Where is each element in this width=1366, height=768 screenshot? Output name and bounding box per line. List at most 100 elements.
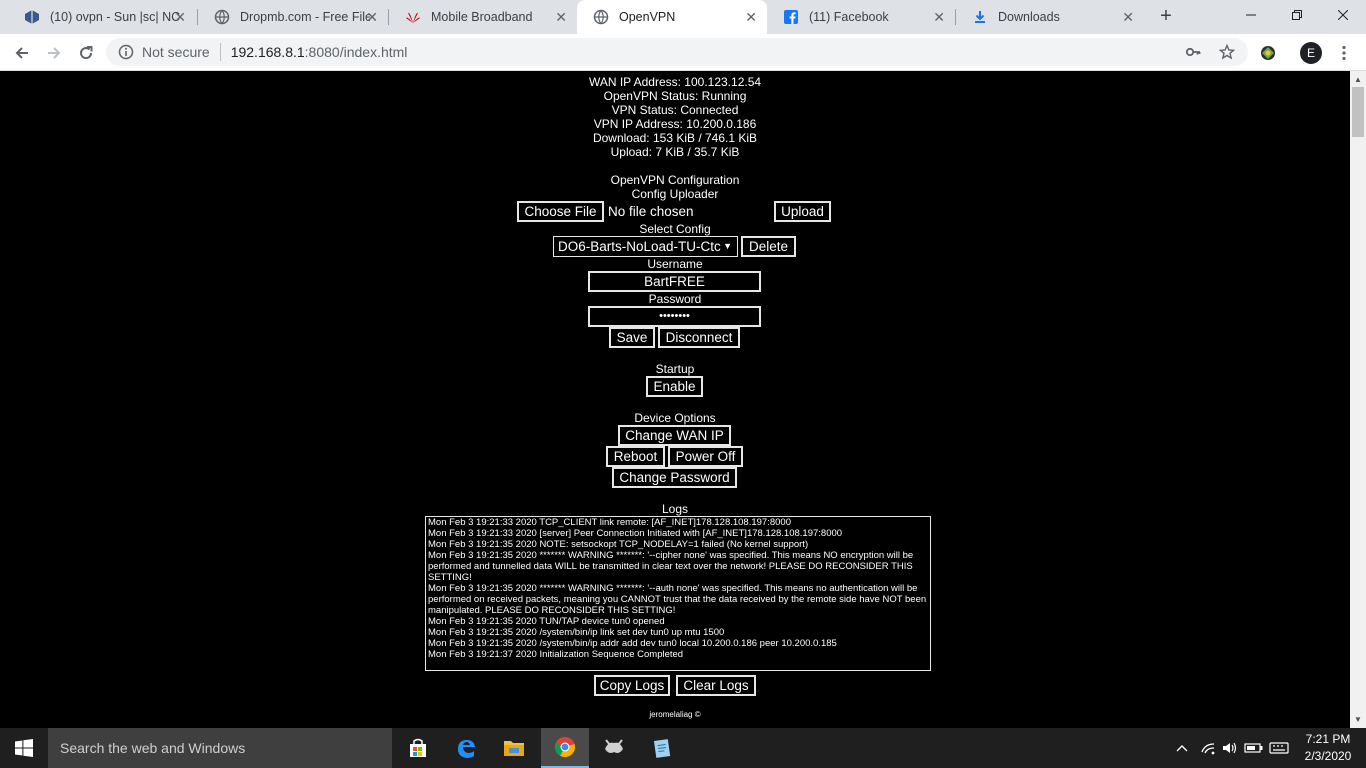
change-wan-ip-button[interactable]: Change WAN IP — [618, 425, 731, 446]
clock-date: 2/3/2020 — [1304, 749, 1352, 763]
tab-title: (11) Facebook — [809, 10, 889, 24]
tab-title: (10) ovpn - Sun |sc| NC — [50, 10, 180, 24]
close-icon[interactable]: ✕ — [933, 9, 945, 25]
download-icon — [972, 9, 988, 25]
globe-icon — [214, 9, 230, 25]
log-line: Mon Feb 3 19:21:33 2020 [server] Peer Co… — [428, 528, 843, 539]
close-icon[interactable]: ✕ — [745, 9, 757, 25]
url-host: 192.168.8.1 — [230, 44, 305, 60]
password-label: Password — [648, 292, 702, 306]
clear-logs-button[interactable]: Clear Logs — [676, 675, 756, 696]
edge-icon[interactable] — [442, 728, 490, 768]
info-icon[interactable] — [118, 44, 134, 63]
address-bar[interactable]: Not secure 192.168.8.1:8080/index.html — [106, 38, 1248, 66]
browser-toolbar: Not secure 192.168.8.1:8080/index.html E — [0, 34, 1366, 71]
chevron-up-icon[interactable] — [1172, 728, 1192, 768]
wan-ip-status: WAN IP Address: 100.123.12.54 — [588, 75, 762, 89]
star-icon[interactable] — [1218, 43, 1236, 61]
log-line: Mon Feb 3 19:21:37 2020 Initialization S… — [428, 649, 684, 660]
file-explorer-icon[interactable] — [490, 728, 538, 768]
tab-title: Downloads — [998, 10, 1060, 24]
delete-button[interactable]: Delete — [741, 236, 796, 257]
config-heading: OpenVPN Configuration — [610, 173, 740, 187]
security-label: Not secure — [142, 44, 210, 60]
scroll-up-icon[interactable]: ▲ — [1354, 75, 1362, 84]
tab-openvpn[interactable]: OpenVPN ✕ — [577, 0, 767, 34]
chrome-icon[interactable] — [541, 728, 589, 768]
tab-facebook[interactable]: (11) Facebook ✕ — [767, 0, 955, 34]
reboot-button[interactable]: Reboot — [606, 446, 665, 467]
clock-time: 7:21 PM — [1305, 732, 1351, 746]
tab-title: OpenVPN — [619, 10, 676, 24]
tab-title: Mobile Broadband — [431, 10, 533, 24]
log-line: Mon Feb 3 19:21:35 2020 ******* WARNING … — [428, 583, 927, 616]
logs-label: Logs — [661, 502, 689, 516]
file-status-text: No file chosen — [608, 204, 694, 219]
startup-label: Startup — [655, 362, 695, 376]
network-app-icon[interactable] — [590, 728, 638, 768]
scroll-thumb[interactable] — [1352, 87, 1364, 137]
taskbar-search-input[interactable]: Search the web and Windows — [48, 728, 392, 768]
tab-dropmb[interactable]: Dropmb.com - Free File ✕ — [198, 0, 388, 34]
taskbar-clock[interactable]: 7:21 PM 2/3/2020 — [1296, 731, 1360, 765]
scroll-down-icon[interactable]: ▼ — [1354, 715, 1362, 724]
close-window-icon[interactable] — [1320, 0, 1366, 30]
store-icon[interactable] — [394, 728, 442, 768]
restore-icon[interactable] — [1274, 0, 1320, 30]
log-line: Mon Feb 3 19:21:33 2020 TCP_CLIENT link … — [428, 517, 791, 528]
url-divider — [219, 43, 221, 61]
close-icon[interactable]: ✕ — [174, 9, 186, 25]
log-line: Mon Feb 3 19:21:35 2020 /system/bin/ip a… — [428, 638, 837, 649]
disconnect-button[interactable]: Disconnect — [658, 327, 740, 348]
logs-textarea[interactable]: Mon Feb 3 19:21:33 2020 TCP_CLIENT link … — [425, 516, 931, 671]
page-scrollbar[interactable]: ▲ ▼ — [1350, 71, 1366, 728]
keyboard-icon[interactable] — [1268, 728, 1290, 768]
log-line: Mon Feb 3 19:21:35 2020 NOTE: setsockopt… — [428, 539, 809, 550]
enable-button[interactable]: Enable — [646, 376, 703, 397]
tab-ovpn[interactable]: (10) ovpn - Sun |sc| NC ✕ — [8, 0, 196, 34]
copy-logs-button[interactable]: Copy Logs — [594, 675, 670, 696]
username-field[interactable]: BartFREE — [588, 271, 761, 292]
url-path: :8080/index.html — [304, 44, 408, 60]
footer-credit: jeromelaliag © — [649, 710, 701, 719]
change-password-button[interactable]: Change Password — [612, 467, 737, 488]
close-icon[interactable]: ✕ — [366, 9, 378, 25]
log-line: Mon Feb 3 19:21:35 2020 TUN/TAP device t… — [428, 616, 665, 627]
chevron-down-icon: ▼ — [723, 241, 732, 251]
key-icon[interactable] — [1184, 43, 1202, 61]
close-icon[interactable]: ✕ — [555, 9, 567, 25]
close-icon[interactable]: ✕ — [1122, 9, 1134, 25]
config-select[interactable]: DO6-Barts-NoLoad-TU-Ctc ▼ — [553, 236, 738, 257]
log-line: Mon Feb 3 19:21:35 2020 /system/bin/ip l… — [428, 627, 725, 638]
forward-icon[interactable] — [42, 41, 66, 65]
tab-mobile-broadband[interactable]: Mobile Broadband ✕ — [389, 0, 577, 34]
taskbar: Search the web and Windows 7:21 PM 2/3/2… — [0, 728, 1366, 768]
wifi-icon[interactable] — [1198, 728, 1218, 768]
select-config-label: Select Config — [639, 222, 711, 236]
upload-button[interactable]: Upload — [774, 201, 831, 222]
menu-icon[interactable] — [1332, 41, 1356, 65]
windows-start-icon[interactable] — [0, 728, 48, 768]
password-field[interactable]: •••••••• — [588, 306, 761, 327]
globe-icon — [593, 9, 609, 25]
extension-icon[interactable] — [1256, 41, 1280, 65]
back-icon[interactable] — [10, 41, 34, 65]
vpn-page: WAN IP Address: 100.123.12.54 OpenVPN St… — [0, 71, 1350, 728]
tab-strip: (10) ovpn - Sun |sc| NC ✕ Dropmb.com - F… — [0, 0, 1366, 34]
huawei-icon — [405, 9, 421, 25]
facebook-icon — [783, 9, 799, 25]
power-off-button[interactable]: Power Off — [668, 446, 743, 467]
config-uploader-label: Config Uploader — [631, 187, 719, 201]
notepad-app-icon[interactable] — [638, 728, 686, 768]
reload-icon[interactable] — [74, 41, 98, 65]
tab-downloads[interactable]: Downloads ✕ — [956, 0, 1144, 34]
minimize-icon[interactable] — [1228, 0, 1274, 30]
username-label: Username — [647, 257, 703, 271]
save-button[interactable]: Save — [609, 327, 655, 348]
profile-avatar[interactable]: E — [1300, 42, 1322, 64]
volume-icon[interactable] — [1220, 728, 1240, 768]
new-tab-icon[interactable]: + — [1156, 6, 1176, 26]
download-status: Download: 153 KiB / 746.1 KiB — [592, 131, 758, 145]
choose-file-button[interactable]: Choose File — [517, 201, 604, 222]
battery-icon[interactable] — [1243, 728, 1265, 768]
